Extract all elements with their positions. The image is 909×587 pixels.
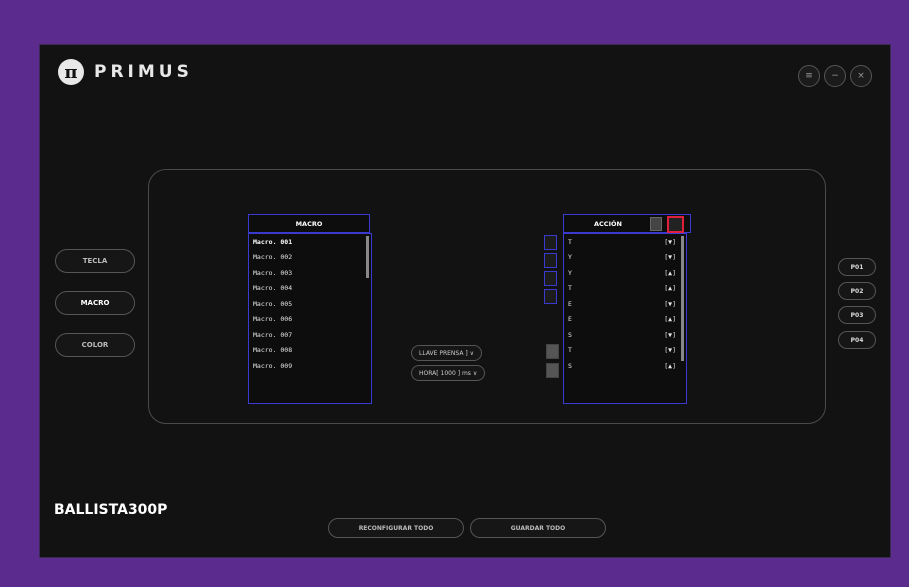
action-slot-box[interactable] <box>544 235 557 250</box>
action-list-scrollbar[interactable] <box>681 236 684 361</box>
table-row[interactable]: S [▲] <box>564 358 686 374</box>
delete-action-icon[interactable] <box>667 216 684 233</box>
list-item[interactable]: Macro. 007 <box>249 327 371 343</box>
device-model-name: BALLISTA300P <box>54 502 168 518</box>
action-key: T <box>568 237 572 246</box>
list-item[interactable]: Macro. 006 <box>249 312 371 328</box>
primus-logo-icon: π <box>58 59 84 85</box>
table-row[interactable]: E [▲] <box>564 312 686 328</box>
reset-all-button[interactable]: RECONFIGURAR TODO <box>328 518 464 538</box>
macro-list[interactable]: Macro. 001 Macro. 002 Macro. 003 Macro. … <box>248 233 372 404</box>
list-item[interactable]: Macro. 009 <box>249 358 371 374</box>
profile-button-p02[interactable]: P02 <box>838 282 876 300</box>
list-item[interactable]: Macro. 002 <box>249 250 371 266</box>
move-up-icon[interactable] <box>546 344 559 359</box>
action-direction: [▼] <box>664 253 676 262</box>
profile-button-p04[interactable]: P04 <box>838 331 876 349</box>
action-slot-box[interactable] <box>544 253 557 268</box>
action-direction: [▼] <box>664 299 676 308</box>
window-controls: ≡ − × <box>794 65 872 87</box>
move-down-icon[interactable] <box>546 363 559 378</box>
table-row[interactable]: Y [▼] <box>564 250 686 266</box>
action-list[interactable]: T [▼] Y [▼] Y [▲] T [▲] E [▼] E [▲] S [▼] T [▼] … <box>563 233 687 404</box>
action-direction: [▲] <box>664 361 676 370</box>
profile-button-p01[interactable]: P01 <box>838 258 876 276</box>
menu-icon[interactable]: ≡ <box>798 65 820 87</box>
table-row[interactable]: Y [▲] <box>564 265 686 281</box>
profile-button-p03[interactable]: P03 <box>838 306 876 324</box>
action-direction: [▼] <box>664 237 676 246</box>
action-direction: [▲] <box>664 268 676 277</box>
sidebar-item-color[interactable]: COLOR <box>55 333 135 357</box>
table-row[interactable]: T [▼] <box>564 234 686 250</box>
save-all-button[interactable]: GUARDAR TODO <box>470 518 606 538</box>
list-item[interactable]: Macro. 003 <box>249 265 371 281</box>
table-row[interactable]: S [▼] <box>564 327 686 343</box>
action-direction: [▲] <box>664 315 676 324</box>
list-item[interactable]: Macro. 008 <box>249 343 371 359</box>
action-key: Y <box>568 268 572 277</box>
table-row[interactable]: T [▼] <box>564 343 686 359</box>
close-icon[interactable]: × <box>850 65 872 87</box>
action-key: S <box>568 361 572 370</box>
brand-logo: π PRIMUS <box>58 59 193 85</box>
list-item[interactable]: Macro. 005 <box>249 296 371 312</box>
app-window: π PRIMUS ≡ − × TECLA MACRO COLOR P01 P02… <box>39 44 891 558</box>
list-item[interactable]: Macro. 004 <box>249 281 371 297</box>
action-direction: [▼] <box>664 330 676 339</box>
macro-list-scrollbar[interactable] <box>366 236 369 278</box>
action-key: T <box>568 346 572 355</box>
add-action-icon[interactable] <box>650 217 662 231</box>
minimize-icon[interactable]: − <box>824 65 846 87</box>
list-item[interactable]: Macro. 001 <box>249 234 371 250</box>
table-row[interactable]: T [▲] <box>564 281 686 297</box>
action-key: Y <box>568 253 572 262</box>
key-mode-dropdown[interactable]: LLAVE PRENSA ] ∨ <box>411 345 482 361</box>
table-row[interactable]: E [▼] <box>564 296 686 312</box>
action-key: T <box>568 284 572 293</box>
action-slot-box[interactable] <box>544 289 557 304</box>
action-key: S <box>568 330 572 339</box>
action-key: E <box>568 299 572 308</box>
action-key: E <box>568 315 572 324</box>
action-slot-box[interactable] <box>544 271 557 286</box>
time-mode-dropdown[interactable]: HORA[ 1000 ] ms ∨ <box>411 365 486 381</box>
sidebar-item-macro[interactable]: MACRO <box>55 291 135 315</box>
macro-list-header: MACRO <box>248 214 370 233</box>
sidebar-item-tecla[interactable]: TECLA <box>55 249 135 273</box>
brand-name: PRIMUS <box>94 62 193 82</box>
action-direction: [▲] <box>664 284 676 293</box>
action-direction: [▼] <box>664 346 676 355</box>
